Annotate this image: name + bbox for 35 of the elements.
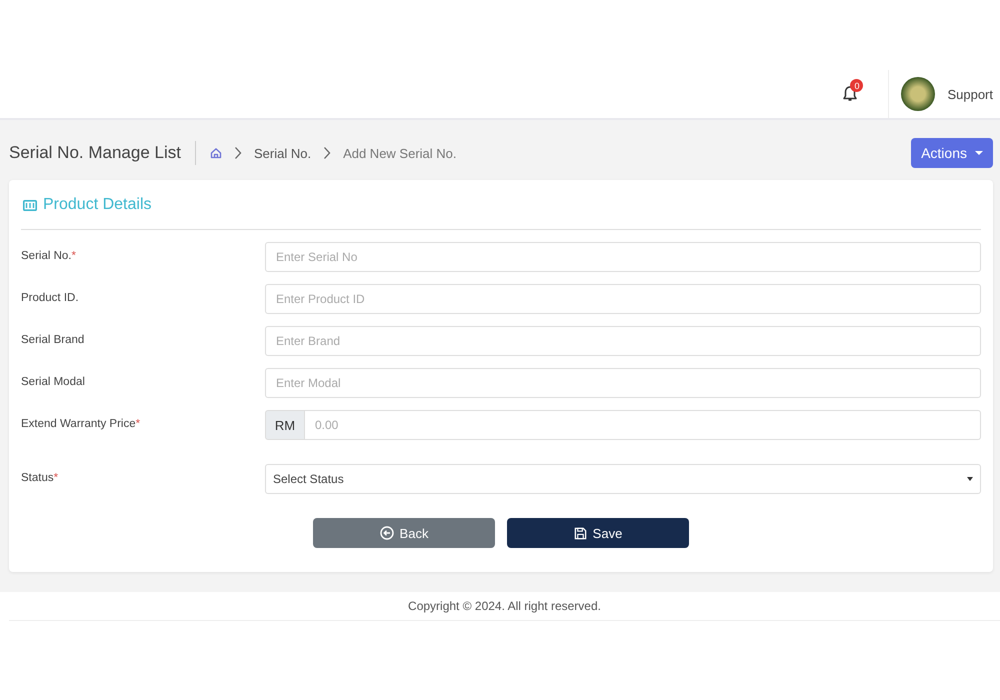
caret-icon <box>975 151 983 155</box>
field-label: Serial Modal <box>21 375 86 388</box>
section-title: Product Details <box>43 196 152 214</box>
required-mark: * <box>136 418 140 430</box>
input-field[interactable]: Enter Serial No <box>265 242 981 272</box>
field-label: Serial Brand <box>21 333 86 346</box>
required-mark: * <box>72 250 76 262</box>
field-label: Product ID. <box>21 291 80 304</box>
breadcrumb-current: Add New Serial No. <box>343 146 457 160</box>
input-field[interactable]: Enter Modal <box>265 368 981 398</box>
input-field[interactable]: Enter Product ID <box>265 284 981 314</box>
back-circle-icon <box>380 526 394 540</box>
notification-badge: 0 <box>850 79 864 92</box>
field-label: Serial No.* <box>21 249 77 262</box>
home-icon[interactable] <box>210 147 222 159</box>
save-icon <box>574 526 587 540</box>
save-button[interactable]: Save <box>507 518 689 548</box>
price-input[interactable]: 0.00 <box>305 410 981 440</box>
page-title: Serial No. Manage List <box>9 143 181 163</box>
field-label: Extend Warranty Price* <box>21 417 142 430</box>
breadcrumb-link[interactable]: Serial No. <box>254 146 312 160</box>
required-mark: * <box>54 472 58 484</box>
field-label: Status* <box>21 471 60 484</box>
caret-icon <box>967 477 973 481</box>
copyright-text: Copyright © 2024. All right reserved. <box>408 599 601 613</box>
status-dropdown[interactable]: Select Status <box>265 464 981 494</box>
columns-icon <box>23 200 37 210</box>
currency-prefix: RM <box>265 410 305 440</box>
chevron-right-icon <box>234 146 242 160</box>
input-field[interactable]: Enter Brand <box>265 326 981 356</box>
actions-button[interactable]: Actions <box>911 138 993 168</box>
user-name[interactable]: Support <box>947 86 993 102</box>
avatar[interactable] <box>901 77 936 111</box>
back-button[interactable]: Back <box>313 518 495 548</box>
chevron-right-icon <box>323 146 332 160</box>
